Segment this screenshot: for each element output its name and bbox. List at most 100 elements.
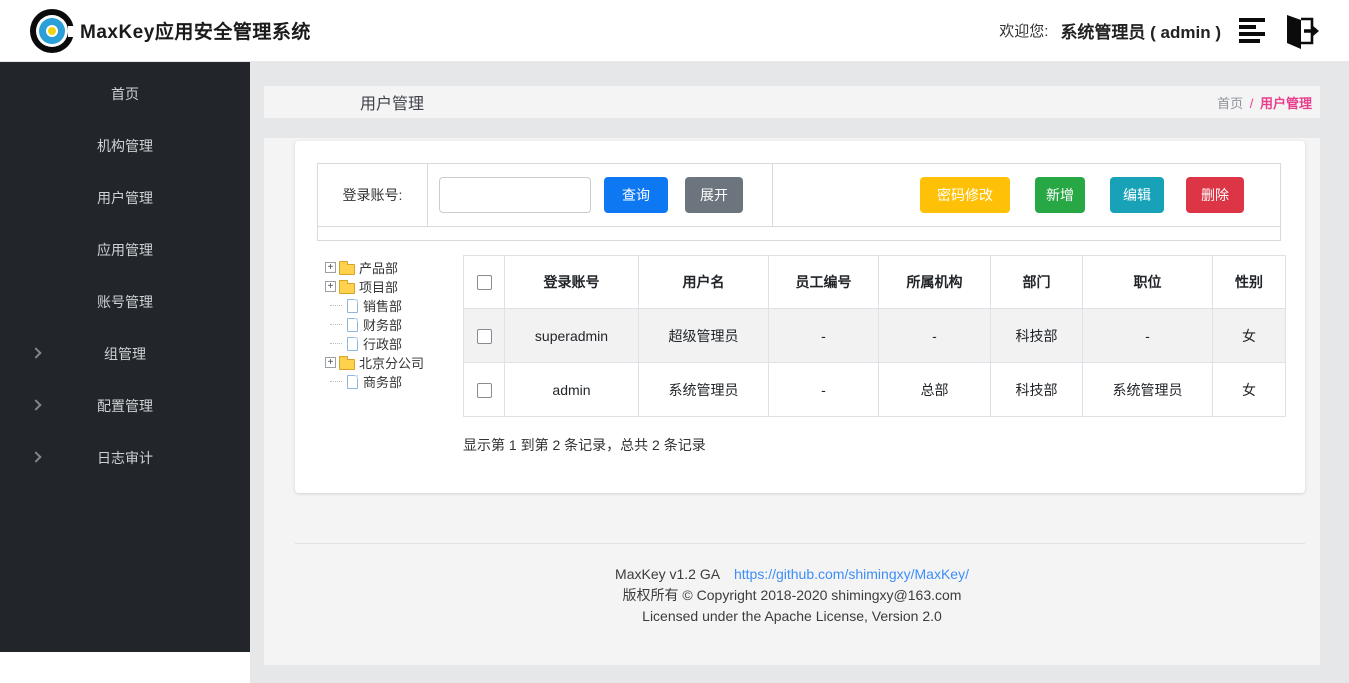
tree-node-label: 行政部 xyxy=(363,334,402,353)
toolbar-divider xyxy=(772,164,773,226)
col-organization: 所属机构 xyxy=(879,256,991,309)
table-row[interactable]: admin 系统管理员 - 总部 科技部 系统管理员 女 xyxy=(464,363,1286,417)
sidebar-item-home[interactable]: 首页 xyxy=(0,68,250,120)
footer-license: Licensed under the Apache License, Versi… xyxy=(264,606,1320,627)
file-icon xyxy=(347,375,358,389)
table-header-row: 登录账号 用户名 员工编号 所属机构 部门 职位 性别 xyxy=(464,256,1286,309)
delete-button[interactable]: 删除 xyxy=(1186,177,1244,213)
chevron-right-icon xyxy=(30,347,41,358)
select-all-checkbox[interactable] xyxy=(477,275,492,290)
page-title-bar: 用户管理 首页 / 用户管理 xyxy=(264,86,1320,118)
breadcrumb-separator: / xyxy=(1250,96,1254,111)
tree-node-label: 商务部 xyxy=(363,372,402,391)
tree-node-business-dept[interactable]: 商务部 xyxy=(325,372,465,391)
cell-username: 超级管理员 xyxy=(639,309,769,363)
col-position: 职位 xyxy=(1083,256,1213,309)
footer-copyright: 版权所有 © Copyright 2018-2020 shimingxy@163… xyxy=(264,585,1320,606)
maxkey-logo-icon xyxy=(30,9,74,53)
menu-list-icon[interactable] xyxy=(1239,18,1265,43)
col-login-account: 登录账号 xyxy=(505,256,639,309)
breadcrumb-current: 用户管理 xyxy=(1260,96,1312,111)
sidebar-item-user-mgmt[interactable]: 用户管理 xyxy=(0,172,250,224)
table-row[interactable]: superadmin 超级管理员 - - 科技部 - 女 xyxy=(464,309,1286,363)
page-footer: MaxKey v1.2 GA https://github.com/shimin… xyxy=(264,564,1320,627)
sidebar-item-label: 组管理 xyxy=(104,344,146,364)
tree-expand-icon[interactable]: + xyxy=(325,357,336,368)
sidebar-item-label: 用户管理 xyxy=(97,188,153,208)
tree-node-label: 销售部 xyxy=(363,296,402,315)
tree-expand-icon[interactable]: + xyxy=(325,262,336,273)
user-management-card: 登录账号: 查询 展开 密码修改 新增 编辑 删除 + 产品部 + xyxy=(295,141,1305,493)
cell-employee-no: - xyxy=(769,363,879,417)
tree-node-sales-dept[interactable]: 销售部 xyxy=(325,296,465,315)
row-checkbox[interactable] xyxy=(477,329,492,344)
expand-button[interactable]: 展开 xyxy=(685,177,743,213)
footer-github-link[interactable]: https://github.com/shimingxy/MaxKey/ xyxy=(734,566,969,582)
col-employee-no: 员工编号 xyxy=(769,256,879,309)
record-summary: 显示第 1 到第 2 条记录，总共 2 条记录 xyxy=(463,435,706,455)
query-button[interactable]: 查询 xyxy=(604,177,668,213)
tree-node-label: 北京分公司 xyxy=(359,353,424,372)
login-account-label: 登录账号: xyxy=(318,164,428,226)
logout-icon[interactable] xyxy=(1279,11,1319,51)
cell-department: 科技部 xyxy=(991,309,1083,363)
folder-icon xyxy=(339,359,355,370)
tree-connector xyxy=(330,316,342,325)
footer-divider xyxy=(295,543,1305,544)
file-icon xyxy=(347,318,358,332)
tree-node-label: 产品部 xyxy=(359,258,398,277)
cell-organization: 总部 xyxy=(879,363,991,417)
sidebar-item-app-mgmt[interactable]: 应用管理 xyxy=(0,224,250,276)
sidebar-item-label: 首页 xyxy=(111,84,139,104)
sidebar-item-label: 账号管理 xyxy=(97,292,153,312)
sidebar-item-org-mgmt[interactable]: 机构管理 xyxy=(0,120,250,172)
file-icon xyxy=(347,299,358,313)
add-button[interactable]: 新增 xyxy=(1035,177,1085,213)
sidebar-item-config-mgmt[interactable]: 配置管理 xyxy=(0,380,250,432)
sidebar-item-label: 机构管理 xyxy=(97,136,153,156)
tree-expand-icon[interactable]: + xyxy=(325,281,336,292)
tree-connector xyxy=(330,297,342,306)
edit-button[interactable]: 编辑 xyxy=(1110,177,1164,213)
sidebar-item-log-audit[interactable]: 日志审计 xyxy=(0,432,250,484)
current-user: 系统管理员 ( admin ) xyxy=(1060,18,1221,43)
chevron-right-icon xyxy=(30,451,41,462)
col-username: 用户名 xyxy=(639,256,769,309)
password-modify-button[interactable]: 密码修改 xyxy=(920,177,1010,213)
app-title: MaxKey应用安全管理系统 xyxy=(80,17,311,44)
breadcrumb: 首页 / 用户管理 xyxy=(1217,93,1312,112)
folder-icon xyxy=(339,283,355,294)
col-department: 部门 xyxy=(991,256,1083,309)
login-account-input[interactable] xyxy=(439,177,591,213)
sidebar-item-label: 日志审计 xyxy=(97,448,153,468)
cell-employee-no: - xyxy=(769,309,879,363)
sidebar-item-account-mgmt[interactable]: 账号管理 xyxy=(0,276,250,328)
chevron-right-icon xyxy=(30,399,41,410)
sidebar-item-label: 配置管理 xyxy=(97,396,153,416)
app-header: MaxKey应用安全管理系统 欢迎您: 系统管理员 ( admin ) xyxy=(0,0,1349,62)
search-form: 登录账号: 查询 展开 密码修改 新增 编辑 删除 xyxy=(317,163,1281,227)
file-icon xyxy=(347,337,358,351)
row-checkbox[interactable] xyxy=(477,383,492,398)
cell-username: 系统管理员 xyxy=(639,363,769,417)
tree-node-project-dept[interactable]: + 项目部 xyxy=(325,277,465,296)
tree-node-finance-dept[interactable]: 财务部 xyxy=(325,315,465,334)
tree-node-label: 项目部 xyxy=(359,277,398,296)
tree-node-beijing-branch[interactable]: + 北京分公司 xyxy=(325,353,465,372)
sidebar-item-group-mgmt[interactable]: 组管理 xyxy=(0,328,250,380)
folder-icon xyxy=(339,264,355,275)
tree-node-product-dept[interactable]: + 产品部 xyxy=(325,258,465,277)
cell-login-account: superadmin xyxy=(505,309,639,363)
tree-node-admin-dept[interactable]: 行政部 xyxy=(325,334,465,353)
breadcrumb-home-link[interactable]: 首页 xyxy=(1217,96,1243,111)
page-title: 用户管理 xyxy=(360,90,424,114)
tree-connector xyxy=(330,335,342,344)
advanced-search-collapsed xyxy=(317,227,1281,241)
main-panel: 登录账号: 查询 展开 密码修改 新增 编辑 删除 + 产品部 + xyxy=(264,138,1320,665)
cell-gender: 女 xyxy=(1213,309,1286,363)
cell-gender: 女 xyxy=(1213,363,1286,417)
content-area: 用户管理 首页 / 用户管理 登录账号: 查询 展开 密码修改 新增 编辑 删除 xyxy=(250,62,1349,683)
cell-position: 系统管理员 xyxy=(1083,363,1213,417)
cell-organization: - xyxy=(879,309,991,363)
tree-connector xyxy=(330,373,342,382)
